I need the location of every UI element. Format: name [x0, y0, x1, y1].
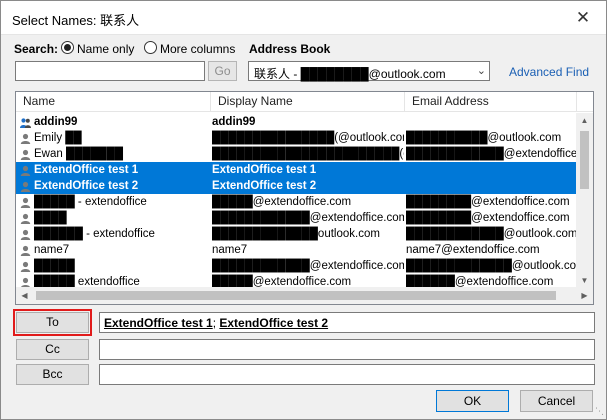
go-button[interactable]: Go: [208, 61, 237, 81]
close-icon[interactable]: ✕: [560, 1, 606, 34]
contact-icon: [20, 181, 31, 192]
contact-list[interactable]: Name Display Name Email Address addin99 a…: [15, 91, 594, 305]
contact-icon: [20, 133, 31, 144]
contact-display-name: ███████████████████████(exten: [212, 148, 404, 160]
search-input[interactable]: [15, 61, 205, 81]
select-names-dialog: Select Names: 联系人 ✕ Search: Name only Mo…: [0, 0, 607, 420]
more-columns-label[interactable]: More columns: [160, 42, 235, 56]
contact-row[interactable]: █████ ████████████@extendoffice.com) █████…: [16, 258, 577, 274]
contact-email: ████████@extendoffice.com: [406, 212, 570, 224]
contact-email: ██████████@outlook.com: [406, 132, 562, 144]
contact-row[interactable]: ExtendOffice test 1 ExtendOffice test 1: [16, 162, 577, 178]
address-book-select[interactable]: 联系人 - ████████@outlook.com ⌄: [248, 61, 490, 81]
list-header: Name Display Name Email Address: [16, 92, 593, 112]
title-bar: Select Names: 联系人 ✕: [1, 1, 606, 35]
column-header-name[interactable]: Name: [16, 92, 211, 112]
contact-name: name7: [34, 244, 70, 256]
scroll-thumb-horizontal[interactable]: [36, 291, 556, 300]
contact-display-name: ExtendOffice test 1: [212, 164, 317, 176]
scroll-thumb[interactable]: [580, 131, 589, 189]
contact-name: ██████ - extendoffice: [34, 228, 155, 240]
contact-row[interactable]: ExtendOffice test 2 ExtendOffice test 2: [16, 178, 577, 194]
contact-icon: [20, 149, 31, 160]
column-header-display-name[interactable]: Display Name: [211, 92, 405, 112]
to-recipient[interactable]: ExtendOffice test 2: [219, 316, 328, 330]
search-label: Search:: [14, 42, 59, 56]
contact-display-name: ████████████@extendoffice.com): [212, 260, 404, 272]
chevron-down-icon[interactable]: ⌄: [477, 64, 486, 77]
contact-display-name: ███████████████(@outlook.com): [212, 132, 404, 144]
contact-row[interactable]: ██████ - extendoffice █████████████outloo…: [16, 226, 577, 242]
cancel-button[interactable]: Cancel: [520, 390, 593, 412]
resize-grip-icon[interactable]: ⋱: [595, 406, 604, 417]
contact-name: ExtendOffice test 1: [34, 164, 139, 176]
contact-row[interactable]: addin99 addin99: [16, 114, 577, 130]
contact-name: █████: [34, 260, 75, 272]
contact-rows: addin99 addin99 Emily ██ ███████████████(@o…: [16, 114, 577, 290]
contact-icon: [20, 229, 31, 240]
address-book-label: Address Book: [249, 42, 331, 56]
contact-email: ████████████@extendoffice.com: [406, 148, 576, 160]
contact-name: ████: [34, 212, 67, 224]
contact-display-name: name7: [212, 244, 248, 256]
contact-name: ExtendOffice test 2: [34, 180, 139, 192]
address-book-value: 联系人 - ████████@outlook.com: [254, 67, 446, 81]
advanced-find-link[interactable]: Advanced Find: [509, 65, 589, 79]
more-columns-radio[interactable]: [144, 41, 157, 54]
ok-button[interactable]: OK: [436, 390, 509, 412]
contact-icon: [20, 165, 31, 176]
to-field[interactable]: ExtendOffice test 1; ExtendOffice test 2: [99, 312, 595, 333]
contact-display-name: █████████████outlook.com: [212, 228, 380, 240]
contact-email: name7@extendoffice.com: [406, 244, 540, 256]
contact-row[interactable]: Emily ██ ███████████████(@outlook.com) ███…: [16, 130, 577, 146]
contact-icon: [20, 261, 31, 272]
cc-field[interactable]: [99, 339, 595, 360]
contact-email: ████████@extendoffice.com: [406, 196, 570, 208]
contact-name: Ewan ███████: [34, 148, 123, 160]
scroll-right-icon[interactable]: ▶: [576, 287, 593, 304]
contact-email: ████████████@outlook.com: [406, 228, 576, 240]
to-recipient[interactable]: ExtendOffice test 1: [104, 316, 213, 330]
contact-row[interactable]: █████ - extendoffice █████@extendoffice.c…: [16, 194, 577, 210]
to-button[interactable]: To: [13, 309, 92, 336]
contact-name: █████ - extendoffice: [34, 196, 147, 208]
contact-display-name: ████████████@extendoffice.com: [212, 212, 404, 224]
bcc-field[interactable]: [99, 364, 595, 385]
bcc-button[interactable]: Bcc: [16, 364, 89, 385]
scroll-left-icon[interactable]: ◀: [16, 287, 33, 304]
contact-name: Emily ██: [34, 132, 82, 144]
contact-row[interactable]: name7 name7 name7@extendoffice.com: [16, 242, 577, 258]
name-only-radio[interactable]: [61, 41, 74, 54]
contact-row[interactable]: ████ ████████████@extendoffice.com ███████…: [16, 210, 577, 226]
name-only-label[interactable]: Name only: [77, 42, 134, 56]
contact-name: addin99: [34, 116, 78, 128]
contact-icon: [20, 245, 31, 256]
contact-row[interactable]: Ewan ███████ ███████████████████████(exte…: [16, 146, 577, 162]
scroll-up-icon[interactable]: ▲: [576, 113, 593, 129]
cc-button[interactable]: Cc: [16, 339, 89, 360]
contact-email: █████████████@outlook.com: [406, 260, 576, 272]
horizontal-scrollbar[interactable]: ◀ ▶: [16, 287, 593, 304]
group-icon: [20, 117, 31, 128]
contact-display-name: ExtendOffice test 2: [212, 180, 317, 192]
contact-display-name: █████@extendoffice.com: [212, 196, 352, 208]
contact-display-name: addin99: [212, 116, 256, 128]
contact-icon: [20, 197, 31, 208]
column-header-email[interactable]: Email Address: [405, 92, 577, 112]
window-title: Select Names: 联系人: [12, 13, 140, 28]
vertical-scrollbar[interactable]: ▲ ▼: [576, 113, 593, 289]
contact-icon: [20, 213, 31, 224]
